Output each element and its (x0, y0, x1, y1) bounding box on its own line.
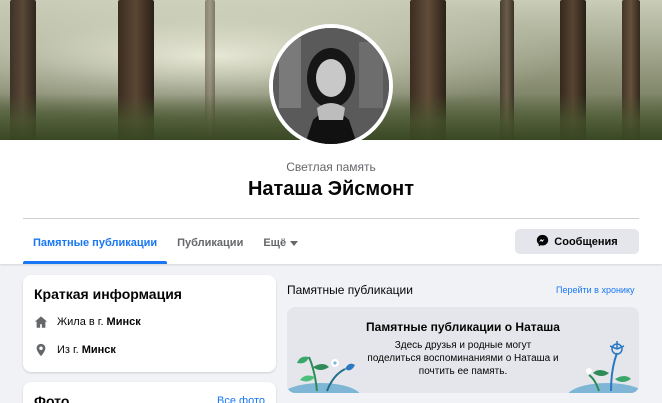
memorial-posts-empty-state: Памятные публикации о Наташа Здесь друзь… (287, 307, 639, 393)
plant-illustration-left (287, 356, 360, 393)
plant-illustration-right (568, 341, 639, 393)
memorial-box-title: Памятные публикации о Наташа (366, 320, 560, 334)
intro-item-value[interactable]: Минск (82, 344, 116, 356)
see-all-photos-link[interactable]: Все фото (217, 395, 265, 403)
profile-name: Наташа Эйсмонт (247, 178, 415, 200)
intro-item-from: Из г. Минск (34, 343, 116, 357)
tab-posts[interactable]: Публикации (167, 222, 253, 264)
photos-title: Фото (34, 393, 70, 403)
profile-avatar[interactable] (269, 24, 393, 148)
tab-label: Памятные публикации (33, 237, 158, 249)
tab-memorial-posts[interactable]: Памятные публикации (23, 222, 168, 264)
intro-item-value[interactable]: Минск (107, 316, 141, 328)
avatar-photo (273, 28, 389, 144)
intro-card: Краткая информация Жила в г. Минск Из г.… (23, 275, 276, 372)
messages-button[interactable]: Сообщения (515, 229, 639, 254)
intro-item-prefix: Из г. (57, 344, 79, 356)
memorial-label: Светлая память (286, 160, 376, 174)
messenger-icon (536, 234, 549, 250)
profile-header: Светлая память Наташа Эйсмонт Памятные п… (0, 140, 662, 264)
caret-down-icon (290, 241, 299, 246)
tab-label: Ещё (263, 237, 287, 249)
header-divider (23, 218, 639, 219)
photos-card: Фото Все фото (23, 382, 276, 403)
intro-item-prefix: Жила в г. (57, 316, 104, 328)
home-icon (34, 315, 48, 329)
intro-item-lived-in: Жила в г. Минск (34, 315, 141, 329)
profile-tabs: Памятные публикации Публикации Ещё (23, 222, 308, 264)
memorial-box-text: Здесь друзья и родные могут поделиться в… (367, 340, 559, 377)
memorial-posts-title: Памятные публикации (287, 283, 413, 297)
tab-more[interactable]: Ещё (253, 222, 308, 264)
tab-label: Публикации (177, 237, 244, 249)
go-to-timeline-link[interactable]: Перейти в хронику (556, 285, 635, 295)
location-pin-icon (34, 343, 48, 357)
messages-button-label: Сообщения (554, 235, 618, 248)
intro-title: Краткая информация (34, 286, 182, 302)
